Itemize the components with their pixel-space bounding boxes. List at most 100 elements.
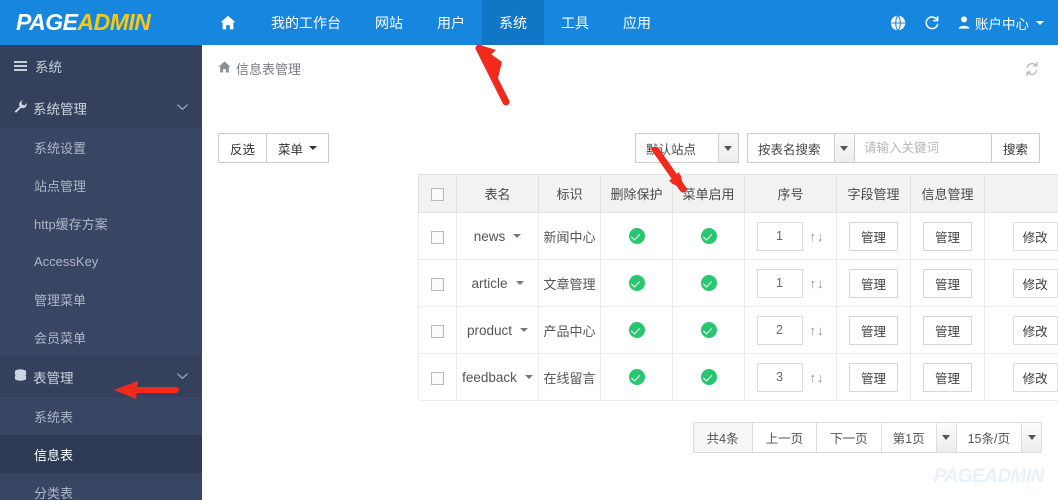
nav-item-user[interactable]: 用户	[420, 0, 482, 45]
row-delete-protect	[600, 353, 673, 401]
sidebar-item-info-table[interactable]: 信息表	[0, 435, 202, 473]
search-field-select[interactable]: 按表名搜索	[746, 133, 855, 163]
row-order-cell: ↑↓	[744, 306, 837, 354]
check-circle-icon[interactable]	[628, 322, 645, 339]
order-input[interactable]	[756, 315, 803, 345]
table-name-dropdown[interactable]: feedback	[462, 370, 533, 385]
content-refresh-icon[interactable]	[1024, 61, 1040, 81]
select-all-checkbox[interactable]	[431, 188, 444, 202]
nav-home-icon[interactable]	[202, 0, 254, 45]
row-order-cell: ↑↓	[744, 259, 837, 307]
sort-updown-icon[interactable]: ↑↓	[810, 276, 825, 291]
operations-group: 修改 复制 表单Html 删除	[1012, 315, 1058, 345]
chevron-down-icon	[1036, 20, 1044, 25]
info-table-wrapper: 表名 标识 删除保护 菜单启用 序号 字段管理 信息管理 操作	[418, 174, 1058, 401]
menu-dropdown-label: 菜单	[278, 142, 304, 157]
field-manage-button[interactable]: 管理	[848, 221, 898, 251]
row-checkbox[interactable]	[431, 230, 444, 244]
sort-updown-icon[interactable]: ↑↓	[810, 323, 825, 338]
order-input[interactable]	[756, 221, 803, 251]
next-page-button[interactable]: 下一页	[816, 422, 882, 453]
info-manage-button[interactable]: 管理	[922, 268, 972, 298]
check-circle-icon[interactable]	[700, 228, 717, 245]
search-input[interactable]	[854, 133, 992, 163]
chevron-down-icon	[524, 375, 533, 379]
table-name-dropdown[interactable]: news	[474, 229, 522, 244]
nav-item-tools[interactable]: 工具	[544, 0, 606, 45]
check-circle-icon[interactable]	[628, 369, 645, 386]
row-menu-enabled	[672, 353, 745, 401]
sidebar-item-member-menu[interactable]: 会员菜单	[0, 318, 202, 356]
sidebar-item-http-cache[interactable]: http缓存方案	[0, 204, 202, 242]
user-icon	[958, 16, 970, 29]
row-delete-protect	[600, 212, 673, 260]
edit-button[interactable]: 修改	[1012, 221, 1058, 251]
refresh-icon[interactable]	[924, 15, 940, 31]
prev-page-button[interactable]: 上一页	[751, 422, 818, 453]
table-name-dropdown[interactable]: product	[467, 323, 529, 338]
check-circle-icon[interactable]	[628, 275, 645, 292]
field-manage-button[interactable]: 管理	[848, 315, 898, 345]
watermark-logo: PAGEADMIN	[933, 466, 1045, 487]
check-circle-icon[interactable]	[700, 275, 717, 292]
menu-dropdown-button[interactable]: 菜单	[266, 133, 330, 163]
table-name-label: article	[471, 275, 508, 291]
nav-item-system[interactable]: 系统	[482, 0, 544, 45]
row-info-manage-cell: 管理	[910, 212, 985, 260]
sort-updown-icon[interactable]: ↑↓	[810, 370, 825, 385]
sidebar-group-system-manage[interactable]: 系统管理	[0, 87, 202, 128]
sidebar-header[interactable]: 系统	[0, 45, 202, 87]
sidebar-group-table-manage[interactable]: 表管理	[0, 356, 202, 397]
nav-item-apps[interactable]: 应用	[606, 0, 668, 45]
info-manage-button[interactable]: 管理	[922, 315, 972, 345]
row-checkbox[interactable]	[431, 277, 444, 291]
sidebar-item-site-manage[interactable]: 站点管理	[0, 166, 202, 204]
order-input[interactable]	[756, 362, 803, 392]
brand-logo[interactable]: PAGE ADMIN	[0, 0, 202, 45]
info-manage-button[interactable]: 管理	[922, 221, 972, 251]
page-number-select[interactable]: 第1页	[880, 422, 957, 453]
site-select-label: 默认站点	[645, 142, 696, 157]
sidebar-sub-system-manage: 系统设置 站点管理 http缓存方案 AccessKey 管理菜单 会员菜单	[0, 128, 202, 356]
row-operations-cell: 修改 复制 表单Html 删除	[984, 212, 1058, 260]
row-order-cell: ↑↓	[744, 353, 837, 401]
row-menu-enabled	[672, 306, 745, 354]
row-checkbox[interactable]	[431, 371, 444, 385]
nav-item-website[interactable]: 网站	[358, 0, 420, 45]
sidebar-item-admin-menu[interactable]: 管理菜单	[0, 280, 202, 318]
check-circle-icon[interactable]	[700, 322, 717, 339]
row-checkbox[interactable]	[431, 324, 444, 338]
globe-icon[interactable]	[890, 14, 906, 31]
account-center-menu[interactable]: 账户中心	[958, 13, 1044, 33]
page-size-select[interactable]: 15条/页	[955, 422, 1042, 453]
order-input[interactable]	[756, 268, 803, 298]
field-manage-button[interactable]: 管理	[848, 362, 898, 392]
edit-button[interactable]: 修改	[1012, 315, 1058, 345]
row-info-manage-cell: 管理	[910, 353, 985, 401]
edit-button[interactable]: 修改	[1012, 268, 1058, 298]
database-icon	[14, 368, 33, 385]
chevron-down-icon	[1021, 423, 1041, 452]
edit-button[interactable]: 修改	[1012, 362, 1058, 392]
sidebar-item-system-settings[interactable]: 系统设置	[0, 128, 202, 166]
top-navbar: PAGE ADMIN 我的工作台 网站 用户 系统 工具 应用 账户中心	[0, 0, 1058, 45]
check-circle-icon[interactable]	[700, 369, 717, 386]
invert-select-button[interactable]: 反选	[218, 133, 268, 163]
operations-group: 修改 复制 表单Html 删除	[1012, 268, 1058, 298]
check-circle-icon[interactable]	[628, 228, 645, 245]
site-select[interactable]: 默认站点	[634, 133, 739, 163]
row-info-manage-cell: 管理	[910, 306, 985, 354]
nav-item-workbench[interactable]: 我的工作台	[254, 0, 358, 45]
sidebar-item-system-table[interactable]: 系统表	[0, 397, 202, 435]
page-title: 信息表管理	[236, 62, 302, 77]
field-manage-button[interactable]: 管理	[848, 268, 898, 298]
info-manage-button[interactable]: 管理	[922, 362, 972, 392]
sort-updown-icon[interactable]: ↑↓	[810, 229, 825, 244]
sidebar-item-category-table[interactable]: 分类表	[0, 473, 202, 500]
sidebar-item-accesskey[interactable]: AccessKey	[0, 242, 202, 280]
search-button[interactable]: 搜索	[991, 133, 1040, 163]
row-order-cell: ↑↓	[744, 212, 837, 260]
row-table-name-cell: article	[456, 259, 539, 307]
table-name-dropdown[interactable]: article	[471, 275, 524, 291]
row-delete-protect	[600, 259, 673, 307]
